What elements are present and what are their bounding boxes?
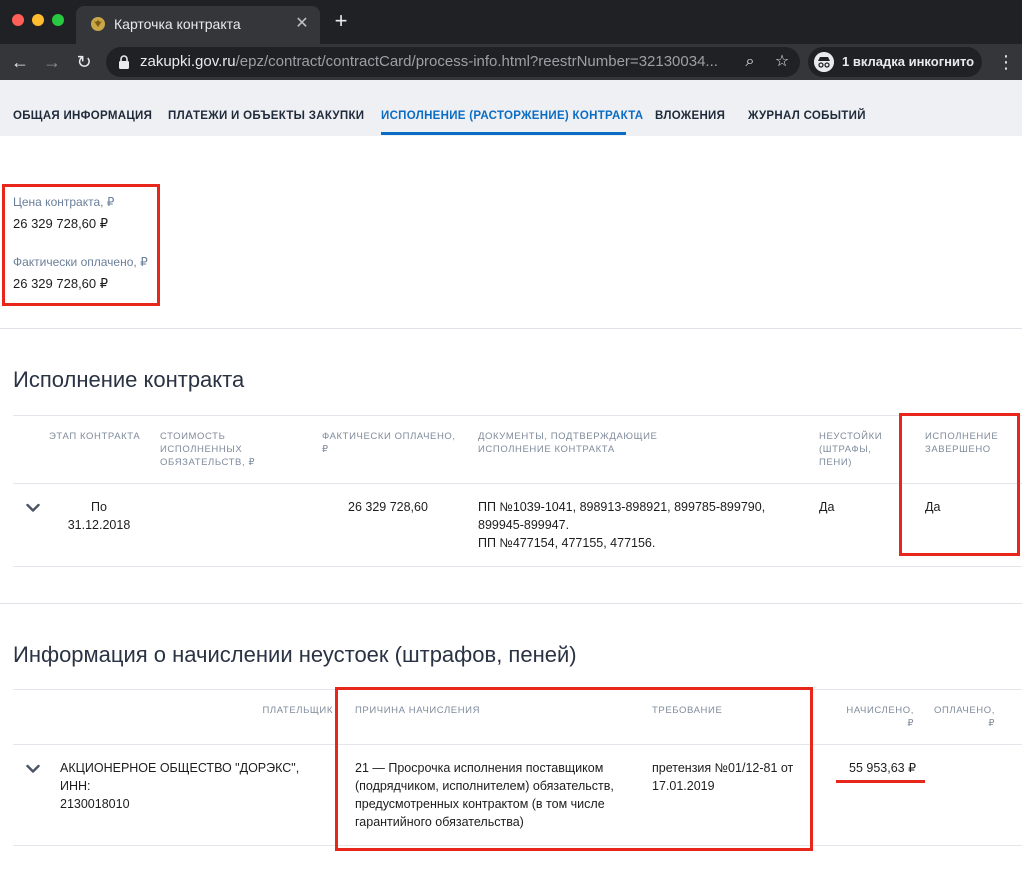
highlight-box-summary [2, 184, 160, 306]
paid-header-line-1: ОПЛАЧЕНО, [933, 705, 995, 716]
new-tab-icon[interactable]: + [330, 10, 352, 32]
table-top-border [13, 415, 1022, 416]
col-stage-header: ЭТАП КОНТРАКТА [49, 431, 141, 442]
col-paid-header: ОПЛАЧЕНО, ₽ [925, 704, 995, 730]
reload-icon[interactable]: ↻ [70, 48, 98, 76]
tab-event-log[interactable]: ЖУРНАЛ СОБЫТИЙ [748, 110, 866, 122]
tab-general-info[interactable]: ОБЩАЯ ИНФОРМАЦИЯ [13, 110, 152, 122]
accrued-cell: 55 953,63 ₽ [849, 761, 917, 775]
paid-cell: 26 329 728,60 [348, 500, 428, 514]
table-row-border [13, 566, 1022, 567]
incognito-icon [814, 52, 834, 72]
payer-line-1: АКЦИОНЕРНОЕ ОБЩЕСТВО "ДОРЭКС", ИНН: [60, 761, 300, 793]
col-payer-header: ПЛАТЕЛЬЩИК [262, 705, 333, 716]
zoom-icon[interactable]: ⌕ [740, 52, 760, 72]
col-paid-header: ФАКТИЧЕСКИ ОПЛАЧЕНО, ₽ [322, 431, 456, 455]
close-tab-icon[interactable]: ✕ [292, 14, 312, 34]
col-penalties-header: НЕУСТОЙКИ (ШТРАФЫ, ПЕНИ) [819, 431, 883, 468]
documents-cell: ПП №1039-1041, 898913-898921, 899785-899… [478, 498, 798, 552]
chevron-down-icon[interactable] [26, 503, 40, 513]
chevron-down-icon[interactable] [26, 764, 40, 774]
close-window-button[interactable] [12, 14, 24, 26]
tab-execution[interactable]: ИСПОЛНЕНИЕ (РАСТОРЖЕНИЕ) КОНТРАКТА [381, 110, 643, 122]
tab-title: Карточка контракта [114, 16, 241, 32]
emblem-icon [91, 17, 105, 31]
incognito-label: 1 вкладка инкогнито [842, 54, 975, 69]
address-bar[interactable]: zakupki.gov.ru/epz/contract/contractCard… [106, 47, 800, 77]
active-tab-indicator [381, 132, 626, 135]
forward-arrow-icon[interactable]: → [38, 48, 66, 76]
penalties-cell: Да [819, 500, 835, 514]
browser-tab[interactable]: Карточка контракта ✕ [76, 6, 320, 44]
tab-payments[interactable]: ПЛАТЕЖИ И ОБЪЕКТЫ ЗАКУПКИ [168, 110, 364, 122]
browser-tab-bar: Карточка контракта ✕ + [0, 0, 1022, 44]
back-arrow-icon[interactable]: ← [6, 48, 34, 76]
section-divider [0, 328, 1022, 329]
browser-toolbar: ← → ↻ zakupki.gov.ru/epz/contract/contra… [0, 44, 1022, 80]
execution-section-title: Исполнение контракта [13, 367, 245, 392]
payer-line-2: 2130018010 [60, 797, 130, 811]
more-menu-icon[interactable]: ⋮ [996, 48, 1016, 76]
accrued-header-line-1: НАЧИСЛЕНО, [846, 705, 914, 716]
accrued-header-line-2: ₽ [907, 718, 914, 729]
highlight-box-completed [899, 413, 1020, 556]
incognito-indicator[interactable]: 1 вкладка инкогнито [808, 47, 982, 77]
documents-line-1: ПП №1039-1041, 898913-898921, 899785-899… [478, 500, 766, 514]
stage-cell: По 31.12.2018 [49, 498, 149, 534]
col-accrued-header: НАЧИСЛЕНО, ₽ [820, 704, 914, 730]
bookmark-star-icon[interactable]: ☆ [772, 52, 792, 72]
minimize-window-button[interactable] [32, 14, 44, 26]
paid-header-line-2: ₽ [988, 718, 995, 729]
table-header-border [13, 483, 1022, 484]
col-cost-header: СТОИМОСТЬ ИСПОЛНЕННЫХ ОБЯЗАТЕЛЬСТВ, ₽ [160, 431, 256, 468]
contract-tabs: ОБЩАЯ ИНФОРМАЦИЯ ПЛАТЕЖИ И ОБЪЕКТЫ ЗАКУП… [0, 80, 1022, 136]
maximize-window-button[interactable] [52, 14, 64, 26]
stage-line-1: По [91, 500, 107, 514]
section-divider [0, 603, 1022, 604]
url-text: zakupki.gov.ru/epz/contract/contractCard… [140, 53, 718, 70]
documents-line-3: ПП №477154, 477155, 477156. [478, 536, 656, 550]
highlight-underline-accrued [836, 780, 925, 783]
stage-line-2: 31.12.2018 [67, 518, 131, 532]
penalties-section-title: Информация о начислении неустоек (штрафо… [13, 642, 577, 667]
documents-line-2: 899945-899947. [478, 518, 570, 532]
col-docs-header: ДОКУМЕНТЫ, ПОДТВЕРЖДАЮЩИЕ ИСПОЛНЕНИЕ КОН… [478, 431, 658, 455]
tab-attachments[interactable]: ВЛОЖЕНИЯ [655, 110, 725, 122]
lock-icon [119, 55, 129, 69]
highlight-box-reason [335, 687, 813, 851]
payer-cell: АКЦИОНЕРНОЕ ОБЩЕСТВО "ДОРЭКС", ИНН: 2130… [60, 759, 330, 813]
